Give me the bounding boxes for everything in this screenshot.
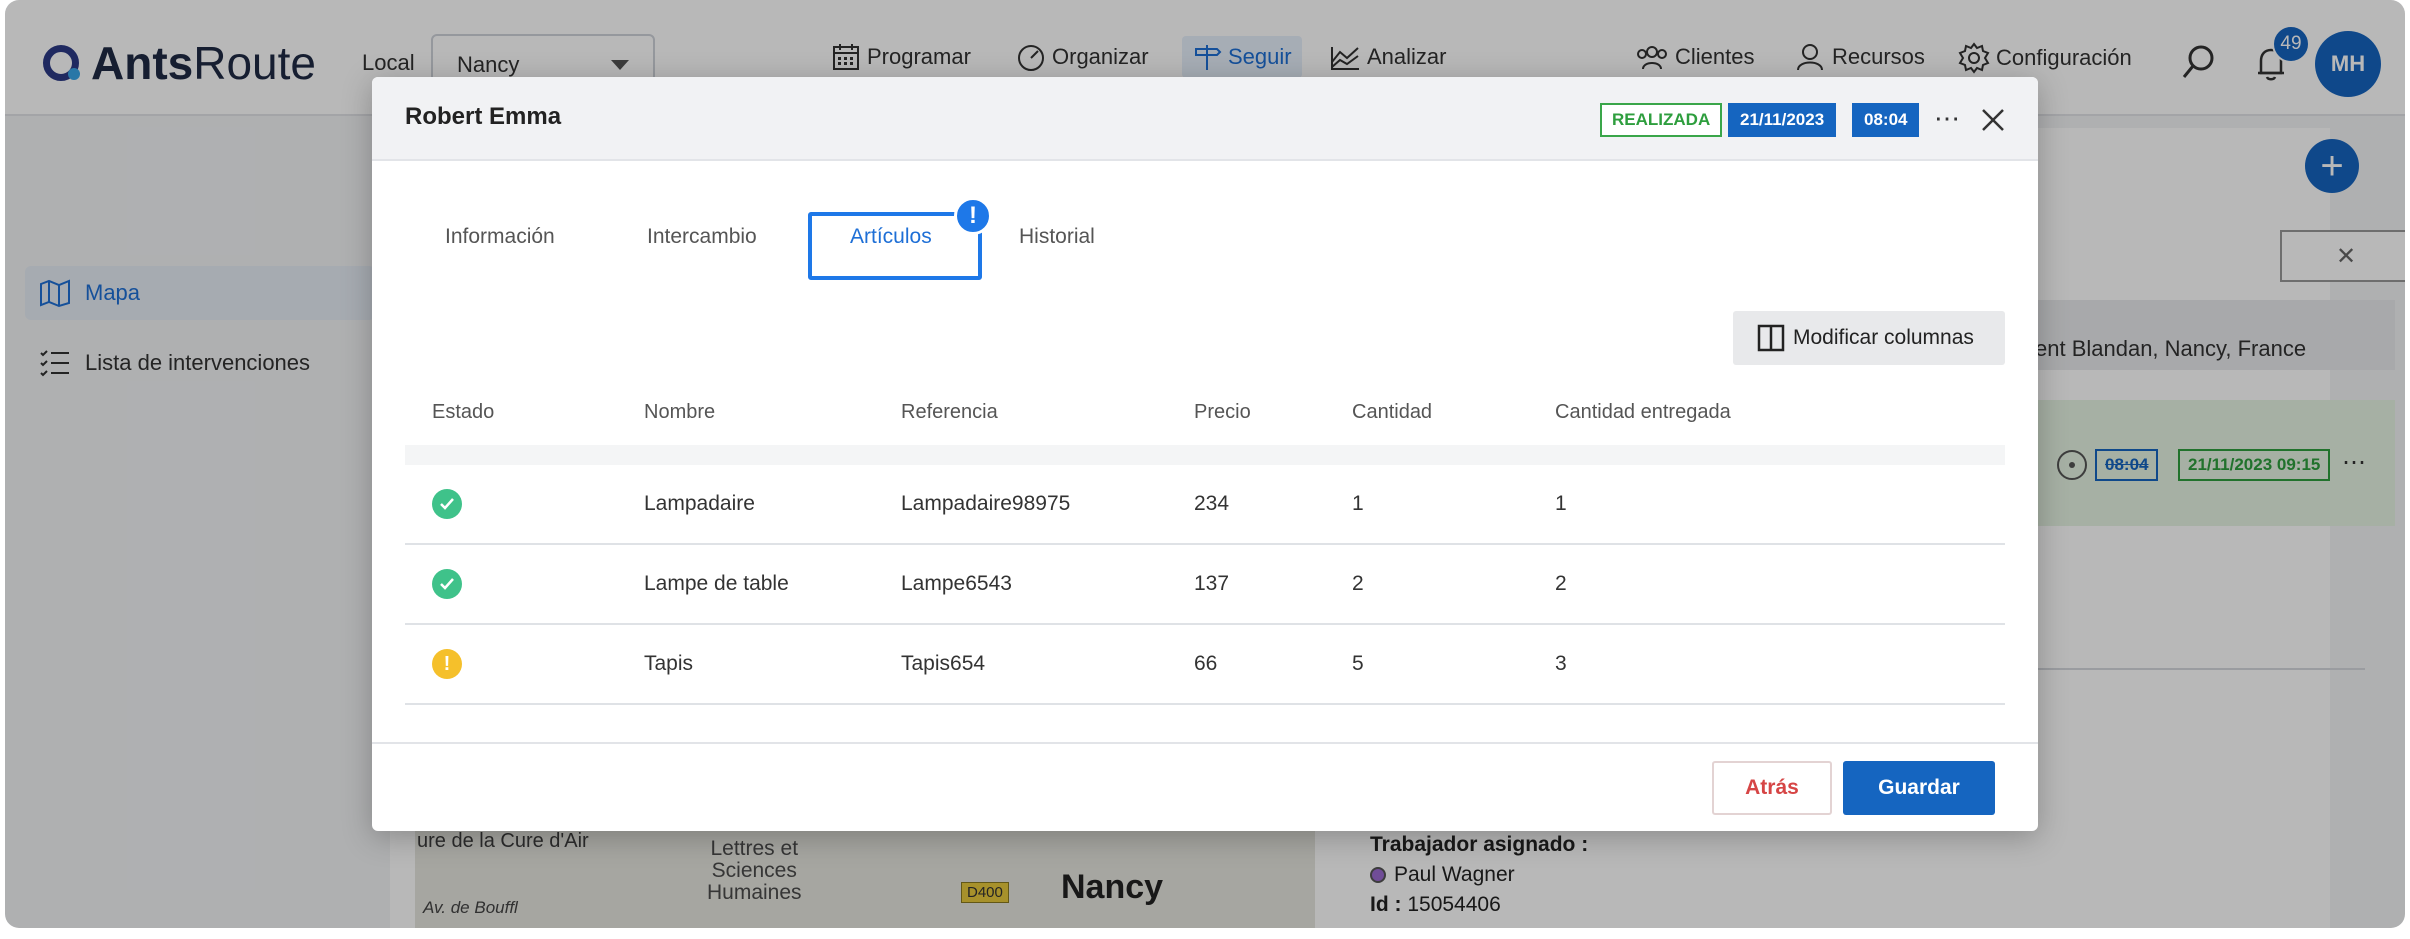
check-circle-icon <box>432 569 462 599</box>
cell-nombre: Lampadaire <box>644 492 755 515</box>
cell-cantidad-entregada: 3 <box>1555 652 1567 675</box>
modify-columns-label: Modificar columnas <box>1793 326 1974 349</box>
tab-historial[interactable]: Historial <box>1019 225 1095 249</box>
alert-icon: ! <box>954 197 992 235</box>
more-options-button[interactable]: ⋯ <box>1934 103 1962 134</box>
cell-referencia: Tapis654 <box>901 652 986 675</box>
more-icon: ⋯ <box>1934 103 1962 133</box>
cell-nombre: Tapis <box>644 652 694 675</box>
table-row[interactable]: Lampe de table Lampe6543 137 2 2 <box>405 545 2005 625</box>
column-header-cantidad-entregada[interactable]: Cantidad entregada <box>1555 401 1731 424</box>
cell-precio: 234 <box>1194 492 1230 515</box>
cell-cantidad-entregada: 2 <box>1555 572 1567 595</box>
time-badge: 08:04 <box>1852 103 1920 137</box>
cell-referencia: Lampadaire98975 <box>901 492 1071 515</box>
status-badge: REALIZADA <box>1600 103 1723 137</box>
intervention-modal: Robert Emma REALIZADA 21/11/2023 08:04 ⋯… <box>372 77 2038 831</box>
table-header-divider <box>405 445 2005 465</box>
cell-cantidad: 5 <box>1352 652 1364 675</box>
cell-precio: 137 <box>1194 572 1230 595</box>
cell-cantidad: 2 <box>1352 572 1364 595</box>
cell-precio: 66 <box>1194 652 1218 675</box>
table-row[interactable]: Lampadaire Lampadaire98975 234 1 1 <box>405 465 2005 545</box>
close-modal-button[interactable] <box>1978 105 2008 135</box>
close-icon <box>1982 109 2004 131</box>
column-header-referencia[interactable]: Referencia <box>901 401 998 424</box>
modal-footer-divider <box>372 742 2038 744</box>
save-button[interactable]: Guardar <box>1843 761 1995 815</box>
column-header-nombre[interactable]: Nombre <box>644 401 715 424</box>
column-header-cantidad[interactable]: Cantidad <box>1352 401 1432 424</box>
cell-cantidad-entregada: 1 <box>1555 492 1567 515</box>
date-badge: 21/11/2023 <box>1728 103 1837 137</box>
check-circle-icon <box>432 489 462 519</box>
back-button[interactable]: Atrás <box>1712 761 1832 815</box>
warning-circle-icon: ! <box>432 649 462 679</box>
column-header-precio[interactable]: Precio <box>1194 401 1251 424</box>
cell-nombre: Lampe de table <box>644 572 789 595</box>
tab-intercambio[interactable]: Intercambio <box>647 225 757 249</box>
table-row[interactable]: ! Tapis Tapis654 66 5 3 <box>405 625 2005 705</box>
modify-columns-button[interactable]: Modificar columnas <box>1733 311 2005 365</box>
cell-cantidad: 1 <box>1352 492 1364 515</box>
columns-icon <box>1757 324 1785 352</box>
cell-referencia: Lampe6543 <box>901 572 1012 595</box>
tab-informacion[interactable]: Información <box>445 225 555 249</box>
column-header-estado[interactable]: Estado <box>432 401 494 424</box>
modal-title: Robert Emma <box>405 103 562 130</box>
modal-header: Robert Emma REALIZADA 21/11/2023 08:04 ⋯ <box>372 77 2038 161</box>
